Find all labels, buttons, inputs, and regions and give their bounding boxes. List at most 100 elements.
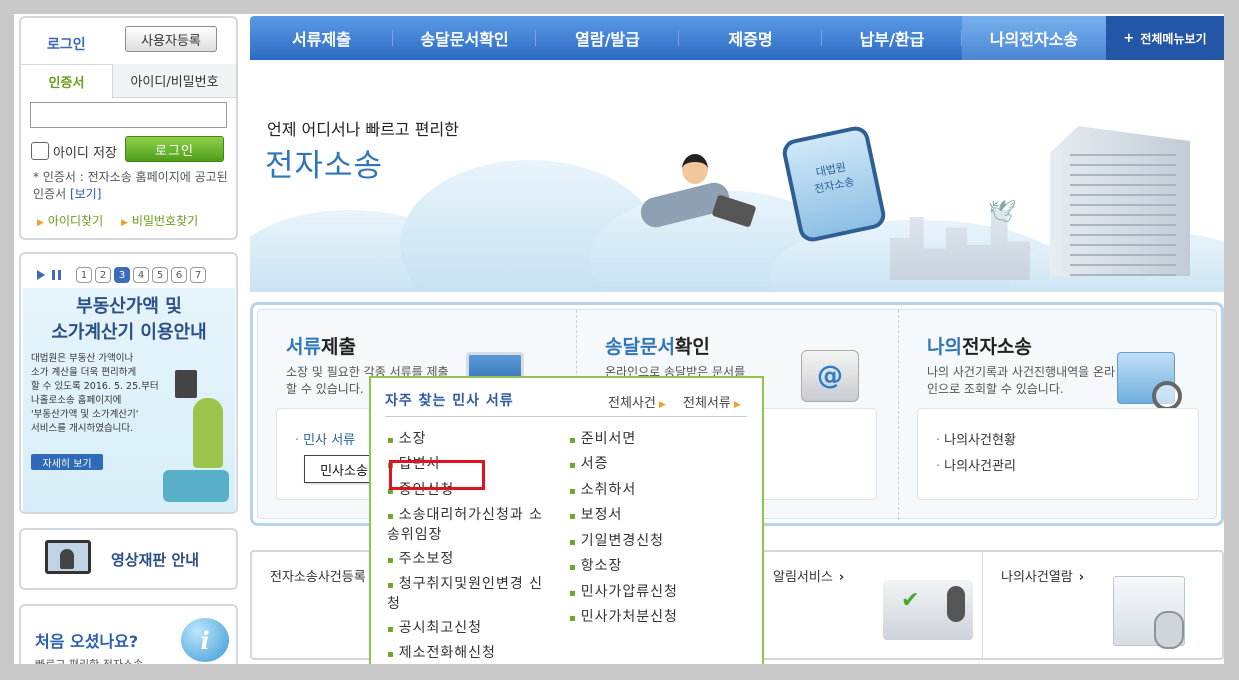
- popup-item-label: 청구취지및원인변경 신청: [387, 576, 544, 612]
- tab-id-password[interactable]: 아이디/비밀번호: [113, 64, 236, 98]
- nav-item-certificates[interactable]: 제증명: [679, 16, 822, 60]
- arrow-right-icon: ▶: [733, 400, 741, 410]
- man-head-illustration: [682, 154, 708, 184]
- popup-item-provisional-disposition[interactable]: ▪ 민사가처분신청: [569, 608, 678, 628]
- service-title: 서류제출: [286, 332, 356, 359]
- nav-item-payment-refund[interactable]: 납부/환급: [822, 16, 962, 60]
- banner-text-line: 대법원은 부동산 가액이나: [31, 353, 134, 364]
- popup-item-attorney-permit[interactable]: ▪ 소송대리허가신청과 소송위임장: [387, 506, 547, 544]
- certificate-view-link[interactable]: [보기]: [70, 187, 101, 201]
- first-visit-box[interactable]: 처음 오셨나요? 빠르고 편리한 전자소송 i: [19, 604, 238, 664]
- popup-item-address-correction[interactable]: ▪ 주소보정: [387, 550, 454, 570]
- first-visit-subtitle: 빠르고 편리한 전자소송: [35, 656, 143, 664]
- service-my-ecourt: 나의전자소송 나의 사건기록과 사건진행내역을 온라인으로 조회할 수 있습니다…: [898, 310, 1220, 520]
- popup-item-label: 공시최고신청: [398, 620, 483, 636]
- nav-item-my-ecourt[interactable]: 나의전자소송: [962, 16, 1106, 60]
- quick-label: 알림서비스 ›: [773, 566, 844, 585]
- nav-item-view-issue[interactable]: 열람/발급: [536, 16, 679, 60]
- hero-banner: 🕊 언제 어디서나 빠르고 편리한 전자소송 대법원 전자소송: [250, 60, 1224, 292]
- register-button[interactable]: 사용자등록: [125, 26, 217, 52]
- all-cases-link[interactable]: 전체사건 ▶: [608, 392, 666, 411]
- bullet-icon: ▪: [387, 511, 395, 522]
- banner-page-4[interactable]: 4: [133, 267, 149, 283]
- service-title-rest: 제출: [320, 336, 356, 358]
- popup-item-presuit-settlement[interactable]: ▪ 제소전화해신청: [387, 644, 496, 664]
- popup-item-complaint[interactable]: ▪ 소장: [387, 430, 427, 450]
- bullet-icon: ▪: [569, 613, 577, 624]
- bullet-icon: ▪: [387, 435, 395, 446]
- popup-item-withdrawal[interactable]: ▪ 소취하서: [569, 481, 636, 501]
- banner-page-2[interactable]: 2: [95, 267, 111, 283]
- popup-item-label: 기일변경신청: [580, 533, 665, 549]
- quick-label-text: 전자소송사건등록: [270, 570, 366, 585]
- my-case-management-label: 나의사건관리: [944, 459, 1016, 474]
- popup-item-appeal[interactable]: ▪ 항소장: [569, 557, 622, 577]
- quick-label-text: 나의사건열람: [1001, 570, 1073, 585]
- find-password-link[interactable]: ▶ 비밀번호찾기: [121, 212, 211, 232]
- chevron-right-icon: ›: [838, 570, 845, 585]
- banner-title-line2: 소가계산기 이용안내: [51, 322, 207, 343]
- all-documents-link[interactable]: 전체서류 ▶: [683, 392, 741, 411]
- bullet-icon: ▪: [569, 460, 577, 471]
- banner-title-line1: 부동산가액 및: [76, 296, 182, 317]
- nav-item-document-submit[interactable]: 서류제출: [250, 16, 393, 60]
- certificate-note-text: * 인증서 : 전자소송 홈페이지에 공고된 인증서: [33, 170, 228, 201]
- banner-text-line: 나홀로소송 홈페이지에: [31, 395, 122, 406]
- banner-text: 대법원은 부동산 가액이나 소가 계산을 더욱 편리하게 할 수 있도록 201…: [31, 352, 171, 436]
- bullet-icon: ·: [936, 433, 941, 448]
- document-mouse-icon: [1113, 576, 1185, 649]
- play-icon[interactable]: [37, 270, 45, 280]
- service-description: 나의 사건기록과 사건진행내역을 온라인으로 조회할 수 있습니다.: [927, 365, 1116, 396]
- bullet-icon: ▪: [569, 588, 577, 599]
- hero-title: 전자소송: [265, 148, 384, 184]
- quick-label-text: 알림서비스: [773, 570, 833, 585]
- service-title-rest: 확인: [674, 336, 710, 358]
- banner-page-5[interactable]: 5: [152, 267, 168, 283]
- all-menu-button[interactable]: + 전체메뉴보기: [1106, 16, 1224, 60]
- banner-image[interactable]: 부동산가액 및 소가계산기 이용안내 대법원은 부동산 가액이나 소가 계산을 …: [23, 288, 235, 512]
- popup-item-claim-change[interactable]: ▪ 청구취지및원인변경 신청: [387, 575, 547, 613]
- banner-title: 부동산가액 및 소가계산기 이용안내: [23, 294, 235, 346]
- popup-item-label: 제소전화해신청: [398, 645, 496, 661]
- bullet-icon: ▪: [387, 555, 395, 566]
- calculator-icon: [175, 370, 197, 398]
- login-title: 로그인: [47, 37, 86, 53]
- remember-id-checkbox[interactable]: [31, 142, 49, 160]
- pause-icon[interactable]: [52, 270, 61, 280]
- popup-item-date-change[interactable]: ▪ 기일변경신청: [569, 532, 664, 552]
- first-visit-title: 처음 오셨나요?: [35, 632, 139, 651]
- banner-more-button[interactable]: 자세히 보기: [31, 454, 103, 470]
- popup-item-provisional-attachment[interactable]: ▪ 민사가압류신청: [569, 583, 678, 603]
- nav-item-delivery-check[interactable]: 송달문서확인: [393, 16, 536, 60]
- video-trial-box[interactable]: 영상재판 안내: [19, 528, 238, 590]
- popup-item-correction[interactable]: ▪ 보정서: [569, 506, 622, 526]
- civil-documents-link[interactable]: · 민사 서류: [295, 429, 355, 448]
- certificate-input[interactable]: [30, 102, 227, 128]
- bullet-icon: ▪: [569, 537, 577, 548]
- quick-my-case-view[interactable]: 나의사건열람 ›: [982, 552, 1222, 658]
- popup-item-documentary-evidence[interactable]: ▪ 서증: [569, 455, 609, 475]
- popup-item-label: 민사가압류신청: [580, 584, 678, 600]
- my-case-status-link[interactable]: · 나의사건현황: [936, 429, 1016, 448]
- login-button[interactable]: 로그인: [125, 136, 224, 162]
- banner-page-3[interactable]: 3: [114, 267, 130, 283]
- service-title-highlight: 송달문서: [605, 336, 675, 358]
- banner-page-1[interactable]: 1: [76, 267, 92, 283]
- chevron-right-icon: ›: [1078, 570, 1085, 585]
- banner-page-7[interactable]: 7: [190, 267, 206, 283]
- service-title-highlight: 나의: [927, 336, 962, 358]
- service-title: 나의전자소송: [927, 332, 1032, 359]
- my-case-management-link[interactable]: · 나의사건관리: [936, 455, 1016, 474]
- hero-subtitle: 언제 어디서나 빠르고 편리한: [267, 120, 459, 139]
- all-documents-label: 전체서류: [683, 396, 731, 411]
- banner-page-6[interactable]: 6: [171, 267, 187, 283]
- service-title: 송달문서확인: [605, 332, 710, 359]
- popup-item-brief[interactable]: ▪ 준비서면: [569, 430, 636, 450]
- banner-box: 1 2 3 4 5 6 7 부동산가액 및 소가계산기 이용안내 대법원은 부동…: [19, 252, 238, 514]
- tab-certificate[interactable]: 인증서: [21, 64, 113, 98]
- find-id-link[interactable]: ▶ 아이디찾기: [37, 212, 103, 232]
- all-cases-label: 전체사건: [608, 396, 656, 411]
- arrow-right-icon: ▶: [121, 218, 128, 228]
- magnifier-icon: [1117, 352, 1182, 411]
- popup-item-public-notice[interactable]: ▪ 공시최고신청: [387, 619, 482, 639]
